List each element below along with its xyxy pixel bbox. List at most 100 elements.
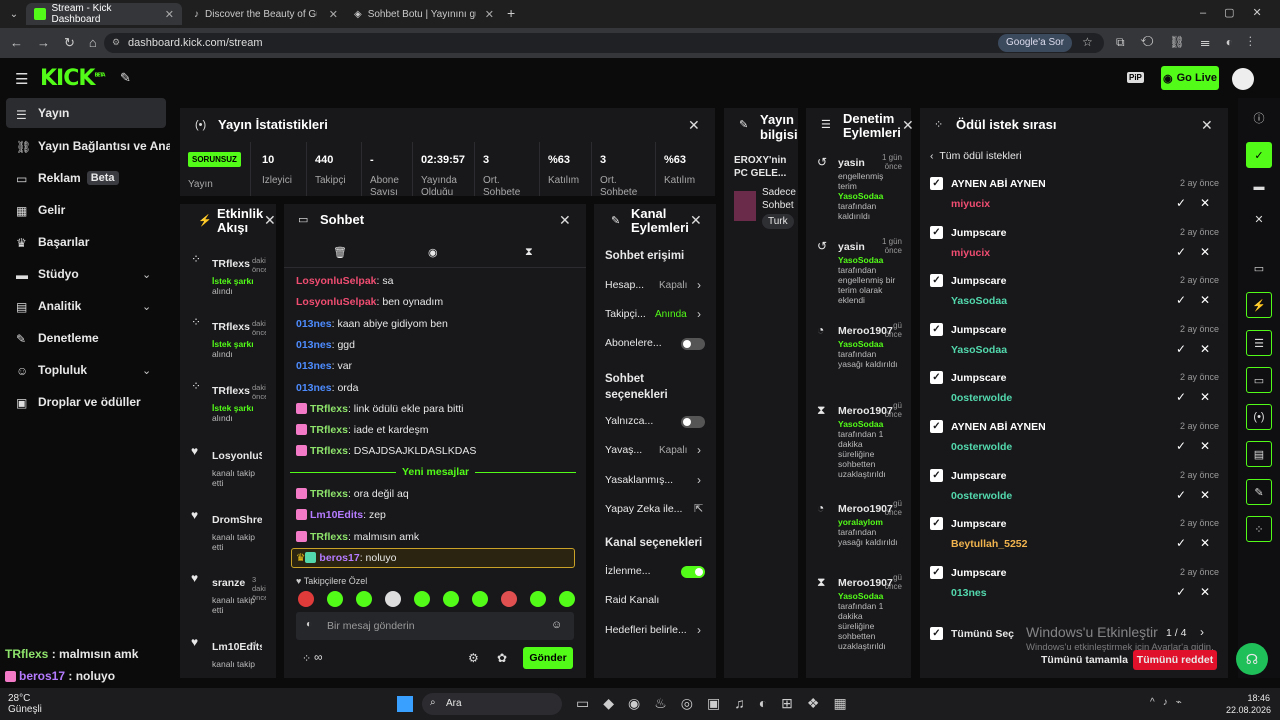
weather-widget[interactable]: 28°C Güneşli xyxy=(8,693,42,715)
chevron-right-icon[interactable]: › xyxy=(697,278,701,292)
channel-option-label[interactable]: Yapay Zeka ile... xyxy=(605,503,682,515)
avatar[interactable] xyxy=(1232,68,1254,90)
chevron-down-icon[interactable]: ⌄ xyxy=(142,300,151,313)
approve-icon[interactable]: ✓ xyxy=(1176,342,1186,356)
approve-icon[interactable]: ✓ xyxy=(1176,488,1186,502)
mod-user[interactable]: yasin xyxy=(838,241,865,253)
emote-icon[interactable] xyxy=(356,591,372,607)
trash-icon[interactable]: 🗑 xyxy=(333,246,347,259)
close-icon[interactable]: ✕ xyxy=(165,8,174,21)
menu-icon[interactable]: ☰ xyxy=(15,70,28,88)
hourglass-icon[interactable]: ⧗ xyxy=(525,246,533,259)
request-user[interactable]: 0osterwolde xyxy=(951,490,1012,502)
request-checkbox[interactable]: ✓ xyxy=(930,517,943,531)
panel-icon[interactable]: ▭ xyxy=(1246,255,1272,281)
tools-icon[interactable]: ✎ xyxy=(120,70,131,86)
system-tray-icons[interactable]: ^♪⌁ xyxy=(1150,697,1190,708)
stats-icon[interactable]: ▤ xyxy=(1246,441,1272,467)
request-checkbox[interactable]: ✓ xyxy=(930,322,943,336)
tag-chip[interactable]: Turk xyxy=(762,214,794,229)
close-icon[interactable]: ✕ xyxy=(1246,206,1272,232)
chevron-right-icon[interactable]: › xyxy=(697,443,701,457)
close-icon[interactable]: ✕ xyxy=(688,117,700,134)
chat-user[interactable]: Lm10Edits xyxy=(310,509,363,521)
emoji-icon[interactable]: ☺ xyxy=(551,619,562,631)
request-user[interactable]: 0osterwolde xyxy=(951,441,1012,453)
chat-user[interactable]: 013nes xyxy=(296,382,332,394)
url-field[interactable]: dashboard.kick.com/stream xyxy=(104,33,1104,53)
emote-icon[interactable] xyxy=(385,591,401,607)
request-user[interactable]: YasoSodaa xyxy=(951,295,1007,307)
reject-icon[interactable]: ✕ xyxy=(1200,390,1210,404)
emote-icon[interactable] xyxy=(501,591,517,607)
wrench-icon[interactable]: ✎ xyxy=(1246,479,1272,505)
emote-icon[interactable] xyxy=(443,591,459,607)
bolt-icon[interactable]: ⚡ xyxy=(1246,292,1272,318)
sidebar-item-basarilar[interactable]: Başarılar xyxy=(6,227,166,257)
support-headset-icon[interactable]: ☊ xyxy=(1236,643,1268,675)
google-ask-button[interactable]: Google'a Sor xyxy=(998,34,1073,52)
channel-option-label[interactable]: İzlenme... xyxy=(605,565,651,577)
approve-icon[interactable]: ✓ xyxy=(1176,245,1186,259)
toggle-switch[interactable] xyxy=(681,416,705,428)
chat-user[interactable]: 013nes xyxy=(296,318,332,330)
toggle-switch[interactable] xyxy=(681,566,705,578)
reject-icon[interactable]: ✕ xyxy=(1200,293,1210,307)
sidebar-item-yayin[interactable]: Yayın xyxy=(6,98,166,128)
chat-bubble-icon[interactable]: ◉ xyxy=(428,246,438,259)
channel-option-label[interactable]: Hesap... xyxy=(605,279,644,291)
approve-icon[interactable]: ✓ xyxy=(1176,439,1186,453)
close-icon[interactable]: ✕ xyxy=(902,117,914,134)
list-icon[interactable]: ☰ xyxy=(1246,330,1272,356)
clock[interactable]: 18:46 22.08.2026 xyxy=(1226,692,1271,716)
emote-icon[interactable] xyxy=(530,591,546,607)
external-link-icon[interactable]: ⇱ xyxy=(694,502,703,515)
request-checkbox[interactable]: ✓ xyxy=(930,274,943,288)
close-icon[interactable]: ✕ xyxy=(690,212,702,229)
reject-icon[interactable]: ✕ xyxy=(1200,488,1210,502)
close-icon[interactable]: ✕ xyxy=(485,8,494,21)
back-link[interactable]: ‹ Tüm ödül istekleri xyxy=(930,150,1022,162)
reject-icon[interactable]: ✕ xyxy=(1200,196,1210,210)
chat-user[interactable]: 013nes xyxy=(296,339,332,351)
reject-icon[interactable]: ✕ xyxy=(1200,585,1210,599)
approve-icon[interactable]: ✓ xyxy=(1176,536,1186,550)
request-user[interactable]: 0osterwolde xyxy=(951,392,1012,404)
send-button[interactable]: Gönder xyxy=(523,647,573,669)
info-icon[interactable]: ⓘ xyxy=(1246,105,1272,131)
approve-icon[interactable]: ✓ xyxy=(1176,196,1186,210)
site-info-icon[interactable]: ⚙ xyxy=(112,37,120,48)
chevron-right-icon[interactable]: › xyxy=(697,473,701,487)
pip-icon[interactable]: PiP xyxy=(1127,72,1144,83)
browser-tab-2[interactable]: ♪ Discover the Beauty of Güngör... ✕ xyxy=(186,3,346,25)
kick-logo[interactable]: KICKBETA xyxy=(40,66,106,91)
broadcast-icon[interactable]: (•) xyxy=(1246,404,1272,430)
activity-user[interactable]: DromShrew xyxy=(212,514,262,526)
reject-all-button[interactable]: Tümünü reddet xyxy=(1133,650,1217,670)
tab-search-icon[interactable]: ⌄ xyxy=(6,6,22,22)
channel-option-label[interactable]: Raid Kanalı xyxy=(605,594,659,606)
approve-icon[interactable]: ✓ xyxy=(1176,585,1186,599)
request-user[interactable]: YasoSodaa xyxy=(951,344,1007,356)
chevron-right-icon[interactable]: › xyxy=(697,623,701,637)
sidebar-item-denetleme[interactable]: Denetleme xyxy=(6,323,166,353)
emote-icon[interactable] xyxy=(298,591,314,607)
new-tab-icon[interactable]: + xyxy=(507,5,515,21)
approve-icon[interactable]: ✓ xyxy=(1176,390,1186,404)
emote-icon[interactable] xyxy=(472,591,488,607)
request-checkbox[interactable]: ✓ xyxy=(930,177,943,190)
close-icon[interactable]: ✕ xyxy=(264,212,276,229)
taskbar-search[interactable]: Ara xyxy=(422,693,562,715)
select-all-checkbox[interactable]: ✓ xyxy=(930,627,943,640)
emote-icon[interactable] xyxy=(327,591,343,607)
chat-user[interactable]: TRflexs xyxy=(310,531,348,543)
request-checkbox[interactable]: ✓ xyxy=(930,468,943,482)
extension-icons[interactable]: ⧉⟲⛓☰◐⋮ xyxy=(1116,35,1268,50)
reject-icon[interactable]: ✕ xyxy=(1200,536,1210,550)
channel-option-label[interactable]: Hedefleri belirle... xyxy=(605,624,687,636)
activity-user[interactable]: LosyonluSe xyxy=(212,450,262,462)
sidebar-item-reklam[interactable]: Reklam Beta xyxy=(6,163,166,193)
bookmark-star-icon[interactable]: ☆ xyxy=(1082,35,1093,49)
browser-tab-kick[interactable]: Stream - Kick Dashboard ✕ xyxy=(26,3,182,25)
emote-icon[interactable] xyxy=(414,591,430,607)
